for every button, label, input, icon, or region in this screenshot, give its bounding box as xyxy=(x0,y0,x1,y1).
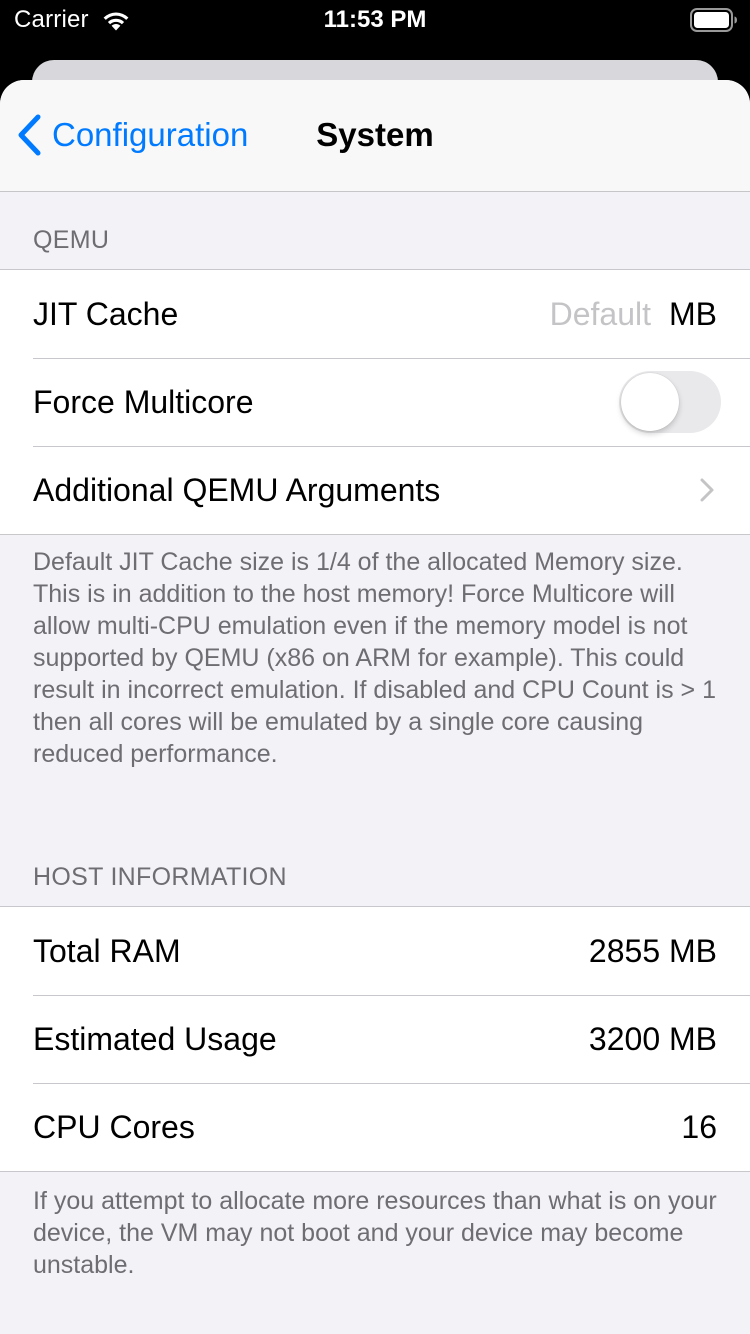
screen: Carrier 11:53 PM Configuration System QE… xyxy=(0,0,750,1334)
jit-cache-input[interactable] xyxy=(511,295,651,333)
battery-icon xyxy=(690,8,737,32)
cpu-cores-row: CPU Cores 16 xyxy=(0,1083,750,1171)
total-ram-row: Total RAM 2855 MB xyxy=(0,907,750,995)
total-ram-value: 2855 MB xyxy=(588,932,717,969)
toggle-knob xyxy=(621,373,679,431)
page-title: System xyxy=(316,116,434,153)
force-multicore-toggle[interactable] xyxy=(619,371,721,433)
force-multicore-row: Force Multicore xyxy=(0,358,750,446)
estimated-usage-row: Estimated Usage 3200 MB xyxy=(0,995,750,1083)
cpu-cores-label: CPU Cores xyxy=(33,1108,195,1145)
section-header-host-information: HOST INFORMATION xyxy=(33,863,287,891)
navigation-bar: Configuration System xyxy=(0,80,750,192)
status-time: 11:53 PM xyxy=(323,6,427,33)
chevron-right-icon xyxy=(700,478,714,502)
jit-cache-label: JIT Cache xyxy=(33,295,179,332)
jit-cache-unit: MB xyxy=(669,295,717,332)
qemu-settings-group: JIT Cache MB Force Multicore Additional … xyxy=(0,269,750,535)
force-multicore-label: Force Multicore xyxy=(33,383,254,420)
jit-cache-row: JIT Cache MB xyxy=(0,270,750,358)
estimated-usage-value: 3200 MB xyxy=(588,1020,717,1057)
cpu-cores-value: 16 xyxy=(681,1108,717,1145)
host-information-group: Total RAM 2855 MB Estimated Usage 3200 M… xyxy=(0,906,750,1172)
additional-qemu-arguments-row[interactable]: Additional QEMU Arguments xyxy=(0,446,750,534)
host-section-footer: If you attempt to allocate more resource… xyxy=(33,1187,717,1279)
status-bar: Carrier 11:53 PM xyxy=(0,0,750,40)
section-header-qemu: QEMU xyxy=(33,226,110,254)
additional-qemu-arguments-label: Additional QEMU Arguments xyxy=(33,471,441,508)
total-ram-label: Total RAM xyxy=(33,932,181,969)
qemu-section-footer: Default JIT Cache size is 1/4 of the all… xyxy=(33,548,716,768)
settings-sheet: Configuration System QEMU JIT Cache MB F… xyxy=(0,80,750,1334)
estimated-usage-label: Estimated Usage xyxy=(33,1020,277,1057)
